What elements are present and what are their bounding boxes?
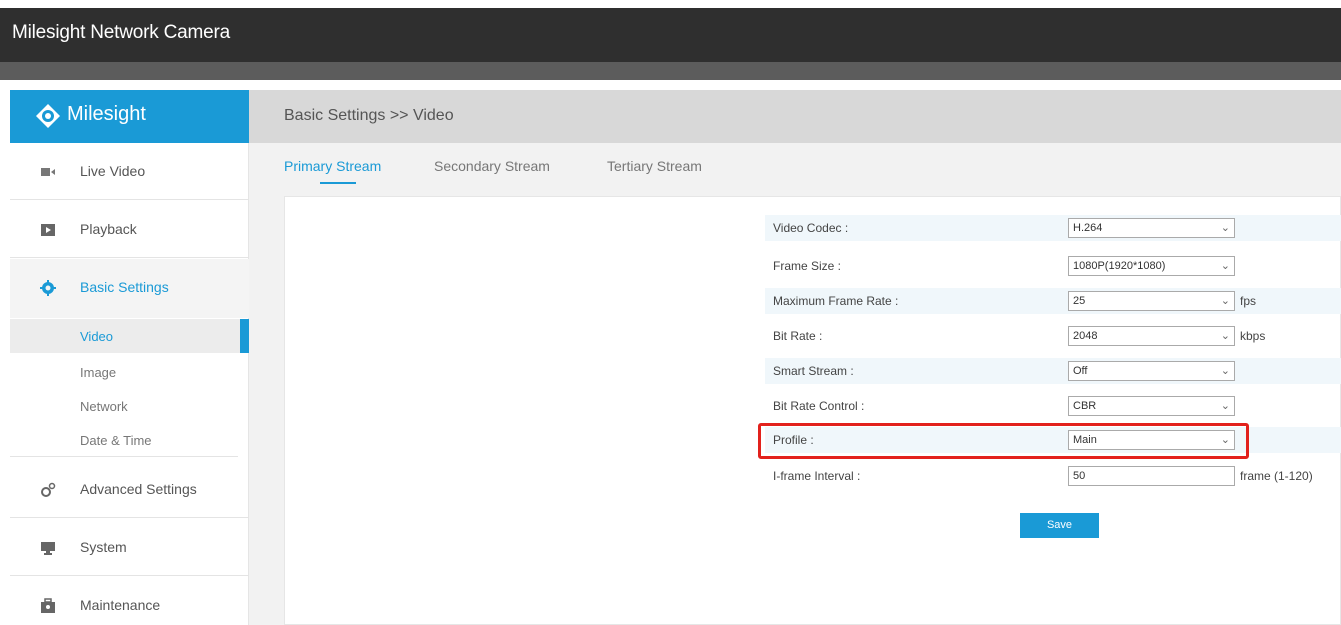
bit-rate-select[interactable]: 2048 ⌄ — [1068, 326, 1235, 346]
tab-tertiary-stream[interactable]: Tertiary Stream — [607, 158, 702, 174]
main-content: Basic Settings >> Video Primary Stream S… — [249, 90, 1341, 625]
select-value: CBR — [1073, 400, 1097, 412]
monitor-icon — [41, 542, 55, 555]
save-button[interactable]: Save — [1020, 513, 1099, 538]
select-value: Off — [1073, 365, 1088, 377]
form-row-smart-stream: Smart Stream : Off ⌄ — [765, 358, 1341, 384]
chevron-down-icon: ⌄ — [1220, 222, 1230, 234]
gear-icon — [40, 280, 56, 296]
sidebar: Milesight Live Video Playback Basic Sett… — [10, 90, 249, 625]
sidebar-item-label: Live Video — [80, 163, 146, 179]
field-label: Bit Rate : — [773, 329, 823, 343]
field-unit: fps — [1240, 294, 1257, 308]
select-value: 2048 — [1073, 330, 1098, 342]
app-title-bar: Milesight Network Camera — [0, 8, 1341, 62]
sidebar-logo: Milesight — [10, 90, 249, 143]
input-value: 50 — [1073, 470, 1086, 482]
sidebar-item-live-video[interactable]: Live Video — [10, 143, 249, 200]
chevron-down-icon: ⌄ — [1220, 260, 1230, 272]
sidebar-subitem-label: Date & Time — [80, 433, 152, 448]
field-label: Smart Stream : — [773, 364, 854, 378]
header-divider-strip — [0, 62, 1341, 80]
sidebar-item-advanced-settings[interactable]: Advanced Settings — [10, 461, 249, 518]
sidebar-subitem-image[interactable]: Image — [10, 355, 249, 389]
active-indicator — [240, 319, 249, 353]
field-unit: kbps — [1240, 329, 1266, 343]
sidebar-item-maintenance[interactable]: Maintenance — [10, 577, 249, 625]
form-row-bit-rate: Bit Rate : 2048 ⌄ kbps — [765, 323, 1341, 349]
field-unit: frame (1-120) — [1240, 469, 1313, 483]
video-camera-icon — [41, 168, 55, 176]
bit-rate-control-select[interactable]: CBR ⌄ — [1068, 396, 1235, 416]
milesight-logo-icon — [36, 104, 60, 128]
form-row-iframe-interval: I-frame Interval : 50 frame (1-120) — [765, 463, 1341, 489]
sidebar-subitem-date-time[interactable]: Date & Time — [10, 423, 238, 457]
brand-name: Milesight — [67, 103, 146, 125]
gears-icon — [41, 482, 56, 497]
tab-label: Tertiary Stream — [607, 158, 702, 174]
breadcrumb: Basic Settings >> Video — [249, 90, 1341, 143]
tab-label: Secondary Stream — [434, 158, 550, 174]
sidebar-item-playback[interactable]: Playback — [10, 201, 249, 258]
app-title: Milesight Network Camera — [12, 22, 230, 43]
form-row-video-codec: Video Codec : H.264 ⌄ — [765, 215, 1341, 241]
smart-stream-select[interactable]: Off ⌄ — [1068, 361, 1235, 381]
frame-size-select[interactable]: 1080P(1920*1080) ⌄ — [1068, 256, 1235, 276]
form-row-bit-rate-control: Bit Rate Control : CBR ⌄ — [765, 393, 1341, 419]
tab-primary-stream[interactable]: Primary Stream — [284, 158, 382, 184]
sidebar-item-label: Playback — [80, 221, 137, 237]
sidebar-subitem-label: Image — [80, 365, 117, 380]
sidebar-item-label: Advanced Settings — [80, 481, 197, 497]
breadcrumb-text: Basic Settings >> Video — [284, 107, 454, 124]
sidebar-item-system[interactable]: System — [10, 519, 249, 576]
max-frame-rate-select[interactable]: 25 ⌄ — [1068, 291, 1235, 311]
sidebar-subitem-video[interactable]: Video — [10, 319, 249, 353]
field-label: Frame Size : — [773, 259, 842, 273]
profile-highlight-box — [758, 423, 1249, 459]
sidebar-item-basic-settings[interactable]: Basic Settings — [10, 259, 249, 318]
sidebar-subitem-label: Video — [80, 329, 114, 344]
toolbox-icon — [41, 598, 55, 613]
sidebar-item-label: Maintenance — [80, 597, 161, 613]
sidebar-subitem-network[interactable]: Network — [10, 389, 249, 423]
form-row-max-frame-rate: Maximum Frame Rate : 25 ⌄ fps — [765, 288, 1341, 314]
form-row-frame-size: Frame Size : 1080P(1920*1080) ⌄ — [765, 253, 1341, 279]
field-label: Video Codec : — [773, 221, 849, 235]
chevron-down-icon: ⌄ — [1220, 330, 1230, 342]
sidebar-item-label: System — [80, 539, 127, 555]
active-tab-underline — [320, 182, 356, 184]
sidebar-subitem-label: Network — [80, 399, 128, 414]
video-codec-select[interactable]: H.264 ⌄ — [1068, 218, 1235, 238]
select-value: H.264 — [1073, 222, 1103, 234]
playback-icon — [41, 224, 55, 236]
chevron-down-icon: ⌄ — [1220, 400, 1230, 412]
field-label: Bit Rate Control : — [773, 399, 865, 413]
tab-secondary-stream[interactable]: Secondary Stream — [434, 158, 550, 174]
tab-label: Primary Stream — [284, 158, 382, 174]
select-value: 1080P(1920*1080) — [1073, 260, 1166, 272]
chevron-down-icon: ⌄ — [1220, 365, 1230, 377]
field-label: I-frame Interval : — [773, 469, 861, 483]
field-label: Maximum Frame Rate : — [773, 294, 899, 308]
sidebar-item-label: Basic Settings — [80, 279, 169, 295]
select-value: 25 — [1073, 295, 1086, 307]
settings-panel: Video Codec : H.264 ⌄ Frame Size : 1080P… — [284, 196, 1341, 625]
iframe-interval-input[interactable]: 50 — [1068, 466, 1235, 486]
chevron-down-icon: ⌄ — [1220, 295, 1230, 307]
